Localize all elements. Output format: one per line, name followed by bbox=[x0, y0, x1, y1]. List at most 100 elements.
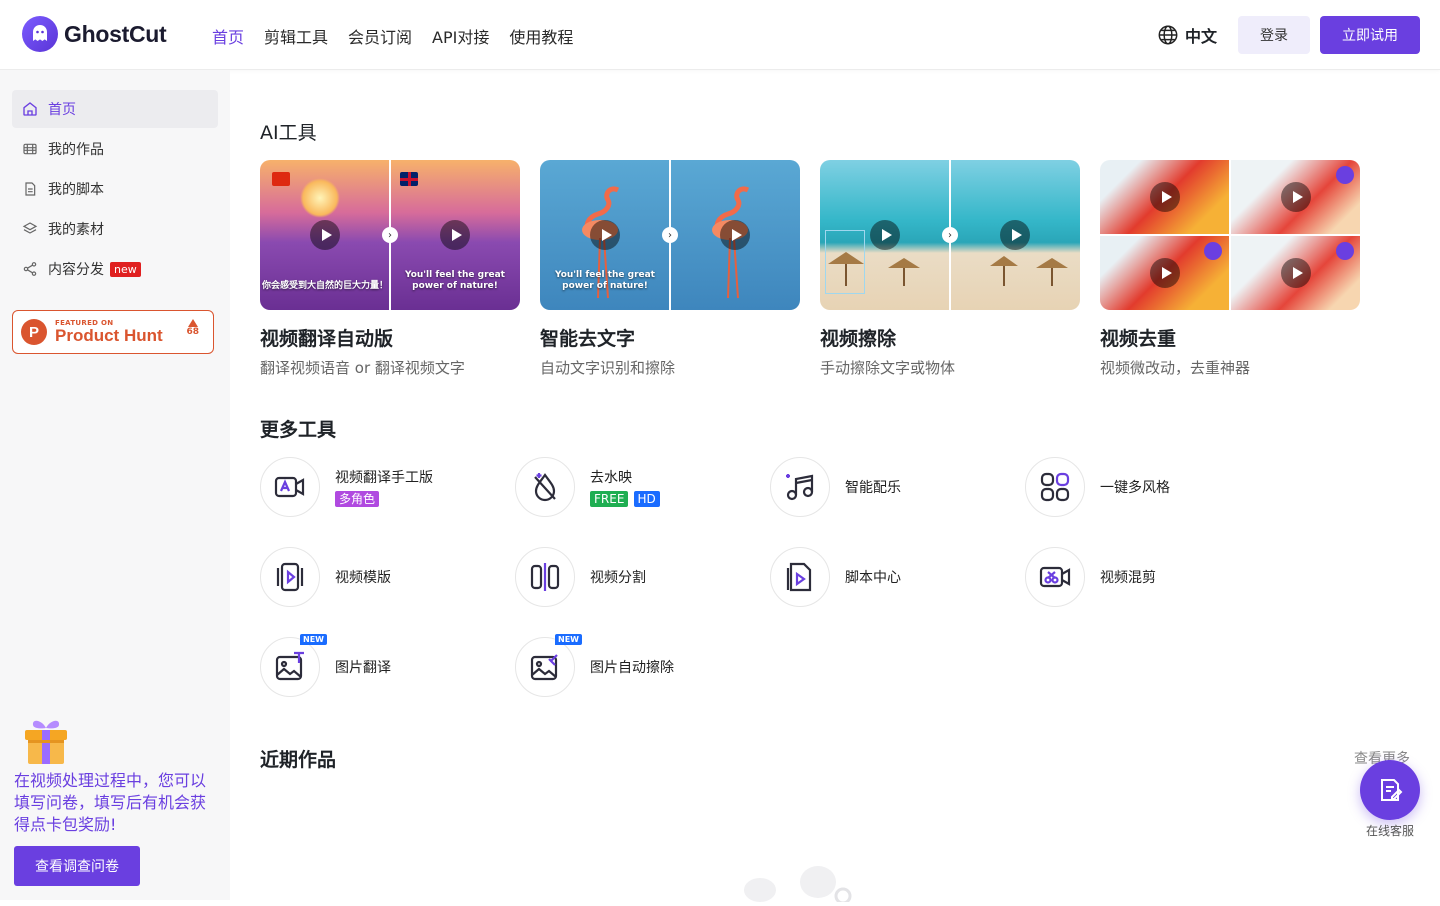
language-switcher[interactable]: 中文 bbox=[1157, 23, 1217, 47]
layers-icon bbox=[22, 222, 38, 234]
multi-role-tag: 多角色 bbox=[335, 491, 380, 507]
image-erase-icon: NEW bbox=[515, 634, 582, 697]
globe-icon bbox=[1158, 25, 1178, 45]
tool-video-template[interactable]: 视频模版 bbox=[260, 547, 391, 607]
nav-edit-tools[interactable]: 剪辑工具 bbox=[264, 24, 328, 48]
sidebar-item-label: 内容分发 bbox=[48, 262, 104, 278]
caption-english: You'll feel the great power of nature! bbox=[405, 270, 505, 291]
play-icon[interactable] bbox=[1150, 182, 1180, 212]
sidebar-item-my-scripts[interactable]: 我的脚本 bbox=[12, 170, 218, 208]
card-title: 视频去重 bbox=[1100, 328, 1177, 350]
card-thumbnail bbox=[1100, 160, 1360, 310]
sidebar-item-label: 我的作品 bbox=[48, 142, 104, 158]
nav-tutorial[interactable]: 使用教程 bbox=[509, 24, 573, 48]
product-hunt-icon: P bbox=[21, 319, 47, 345]
tool-watermark-remove[interactable]: 去水映 FREE HD bbox=[515, 457, 660, 517]
share-icon bbox=[23, 262, 37, 276]
ghost-logo-icon bbox=[22, 16, 58, 52]
card-subtitle: 手动擦除文字或物体 bbox=[820, 359, 956, 377]
tool-image-auto-erase[interactable]: NEW 图片自动擦除 bbox=[515, 634, 674, 697]
ph-votes: 68 bbox=[186, 327, 199, 337]
play-icon[interactable] bbox=[1000, 220, 1030, 250]
brand-logo[interactable]: GhostCut bbox=[22, 16, 167, 52]
new-tag: NEW bbox=[555, 634, 582, 645]
more-tools-title: 更多工具 bbox=[260, 419, 337, 441]
card-title: 智能去文字 bbox=[540, 328, 636, 350]
video-mix-icon bbox=[1025, 547, 1085, 607]
sidebar-item-distribution[interactable]: 内容分发 new bbox=[12, 250, 218, 288]
image-translate-icon: NEW bbox=[260, 634, 327, 697]
script-icon bbox=[770, 547, 830, 607]
brand-name: GhostCut bbox=[64, 20, 167, 47]
play-icon[interactable] bbox=[310, 220, 340, 250]
nav-subscription[interactable]: 会员订阅 bbox=[348, 24, 412, 48]
tool-video-mix[interactable]: 视频混剪 bbox=[1025, 547, 1156, 607]
recent-works-title: 近期作品 bbox=[260, 749, 337, 771]
hd-tag: HD bbox=[633, 491, 660, 507]
customer-service-label: 在线客服 bbox=[1366, 824, 1415, 838]
play-icon[interactable] bbox=[720, 220, 750, 250]
play-icon[interactable] bbox=[590, 220, 620, 250]
main-nav: 首页 剪辑工具 会员订阅 API对接 使用教程 bbox=[212, 24, 573, 48]
sidebar-item-my-works[interactable]: 我的作品 bbox=[12, 130, 218, 168]
film-icon bbox=[23, 143, 37, 155]
tool-name: 去水映 bbox=[590, 470, 632, 486]
tool-script-center[interactable]: 脚本中心 bbox=[770, 547, 901, 607]
uk-flag-icon bbox=[400, 172, 418, 186]
ai-tool-card-video-translate[interactable]: 你会感受到大自然的巨大力量！ You'll feel the great pow… bbox=[260, 160, 520, 378]
survey-button[interactable]: 查看调查问卷 bbox=[14, 846, 140, 886]
new-badge: new bbox=[110, 261, 141, 277]
tool-name: 脚本中心 bbox=[845, 570, 901, 586]
play-icon[interactable] bbox=[870, 220, 900, 250]
new-tag: NEW bbox=[300, 634, 327, 645]
tool-name: 图片自动擦除 bbox=[590, 660, 674, 676]
nav-home[interactable]: 首页 bbox=[212, 24, 244, 48]
caption-english: You'll feel the great power of nature! bbox=[555, 270, 655, 291]
video-template-icon bbox=[260, 547, 320, 607]
tool-image-translate[interactable]: NEW 图片翻译 bbox=[260, 634, 391, 697]
sidebar-item-my-assets[interactable]: 我的素材 bbox=[12, 210, 218, 248]
sidebar-item-home[interactable]: 首页 bbox=[12, 90, 218, 128]
card-subtitle: 视频微改动，去重神器 bbox=[1100, 359, 1251, 377]
play-icon[interactable] bbox=[1281, 258, 1311, 288]
card-title: 视频擦除 bbox=[820, 328, 897, 350]
china-flag-icon bbox=[272, 172, 290, 186]
ai-tool-card-text-removal[interactable]: You'll feel the great power of nature! ›… bbox=[540, 160, 800, 378]
chevron-right-icon: › bbox=[662, 227, 678, 243]
card-thumbnail: › bbox=[820, 160, 1080, 310]
tool-video-split[interactable]: 视频分割 bbox=[515, 547, 646, 607]
play-icon[interactable] bbox=[440, 220, 470, 250]
sidebar: 首页 我的作品 我的脚本 我的素材 内容分发 new P FEATURED ON… bbox=[0, 70, 230, 900]
music-note-icon bbox=[770, 457, 830, 517]
variant-badge-icon bbox=[1336, 242, 1354, 260]
ai-tools-title: AI工具 bbox=[260, 122, 317, 144]
chevron-right-icon: › bbox=[942, 227, 958, 243]
parasol-image bbox=[828, 252, 920, 286]
free-tag: FREE bbox=[590, 491, 629, 507]
ph-vote-count: 68 bbox=[186, 319, 199, 337]
card-title: 视频翻译自动版 bbox=[260, 328, 394, 350]
video-translate-icon bbox=[260, 457, 320, 517]
language-label: 中文 bbox=[1185, 27, 1218, 46]
watermark-remove-icon bbox=[515, 457, 575, 517]
card-thumbnail: 你会感受到大自然的巨大力量！ You'll feel the great pow… bbox=[260, 160, 520, 310]
parasol-image bbox=[990, 256, 1068, 286]
ai-tool-card-video-erase[interactable]: › 视频擦除 手动擦除文字或物体 bbox=[820, 160, 1080, 378]
tool-video-translate-manual[interactable]: 视频翻译手工版 多角色 bbox=[260, 457, 433, 517]
nav-api[interactable]: API对接 bbox=[432, 24, 489, 48]
login-button[interactable]: 登录 bbox=[1238, 16, 1310, 54]
play-icon[interactable] bbox=[1281, 182, 1311, 212]
tool-multi-style[interactable]: 一键多风格 bbox=[1025, 457, 1170, 517]
ai-tool-card-dedupe[interactable]: 视频去重 视频微改动，去重神器 bbox=[1100, 160, 1360, 378]
tool-name: 图片翻译 bbox=[335, 660, 391, 676]
try-now-button[interactable]: 立即试用 bbox=[1320, 16, 1420, 54]
tool-smart-music[interactable]: 智能配乐 bbox=[770, 457, 901, 517]
tool-name: 一键多风格 bbox=[1100, 480, 1170, 496]
customer-service-button[interactable] bbox=[1360, 760, 1420, 820]
ph-name: Product Hunt bbox=[55, 326, 163, 345]
play-icon[interactable] bbox=[1150, 258, 1180, 288]
split-icon bbox=[515, 547, 575, 607]
product-hunt-badge[interactable]: P FEATURED ON Product Hunt 68 bbox=[12, 310, 214, 354]
document-icon bbox=[25, 182, 36, 196]
card-subtitle: 自动文字识别和擦除 bbox=[540, 359, 676, 377]
